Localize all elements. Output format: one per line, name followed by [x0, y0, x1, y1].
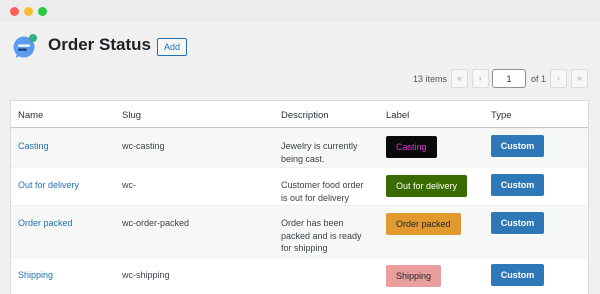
status-name-link[interactable]: Shipping — [18, 269, 53, 282]
status-label-badge: Out for delivery — [386, 175, 468, 197]
last-page-button[interactable]: » — [571, 69, 588, 88]
table-row: Casting wc-casting Jewelry is currently … — [11, 128, 588, 167]
status-type-button[interactable]: Custom — [491, 264, 544, 286]
chat-bubble-logo-icon — [13, 34, 37, 58]
maximize-window-button[interactable] — [38, 7, 47, 16]
close-window-button[interactable] — [10, 7, 19, 16]
add-status-button[interactable]: Add — [157, 38, 188, 56]
next-page-button[interactable]: › — [550, 69, 567, 88]
window-titlebar — [0, 0, 600, 22]
table-header: Name Slug Description Label Type — [11, 101, 588, 128]
status-name-link[interactable]: Order packed — [18, 217, 73, 230]
status-type-button[interactable]: Custom — [491, 135, 544, 157]
column-header-name[interactable]: Name — [18, 110, 43, 121]
status-description: Order has been packed and is ready for s… — [281, 218, 362, 253]
column-header-label[interactable]: Label — [386, 110, 409, 121]
status-slug: wc- — [122, 180, 136, 190]
status-type-button[interactable]: Custom — [491, 174, 544, 196]
status-label-badge: Shipping — [386, 265, 442, 287]
first-page-button[interactable]: « — [451, 69, 468, 88]
status-description: Jewelry is currently being cast. — [281, 141, 358, 164]
minimize-window-button[interactable] — [24, 7, 33, 16]
table-row: Out for delivery wc- Customer food order… — [11, 167, 588, 205]
status-slug: wc-casting — [122, 141, 165, 151]
status-name-link[interactable]: Out for delivery — [18, 179, 79, 192]
status-description: Customer food order is out for delivery — [281, 180, 364, 203]
status-type-button[interactable]: Custom — [491, 212, 544, 234]
app-window: Order Status Add 13 items « ‹ of 1 › » N… — [0, 22, 600, 294]
column-header-description[interactable]: Description — [281, 110, 329, 121]
status-name-link[interactable]: Casting — [18, 140, 49, 153]
items-count: 13 items — [413, 74, 448, 84]
column-header-type[interactable]: Type — [491, 110, 512, 121]
previous-page-button[interactable]: ‹ — [472, 69, 489, 88]
total-pages-text: of 1 — [531, 74, 547, 84]
table-row: Order packed wc-order-packed Order has b… — [11, 205, 588, 257]
order-status-table: Name Slug Description Label Type Casting… — [10, 100, 589, 294]
column-header-slug[interactable]: Slug — [122, 110, 141, 121]
status-label-badge: Order packed — [386, 213, 461, 235]
status-label-badge: Casting — [386, 136, 437, 158]
page-title: Order Status — [48, 35, 151, 54]
table-row: Shipping wc-shipping Shipping Custom — [11, 257, 588, 294]
status-slug: wc-shipping — [122, 270, 170, 280]
status-slug: wc-order-packed — [122, 218, 190, 228]
current-page-input[interactable] — [492, 69, 526, 88]
pagination: 13 items « ‹ of 1 › » — [0, 69, 600, 89]
